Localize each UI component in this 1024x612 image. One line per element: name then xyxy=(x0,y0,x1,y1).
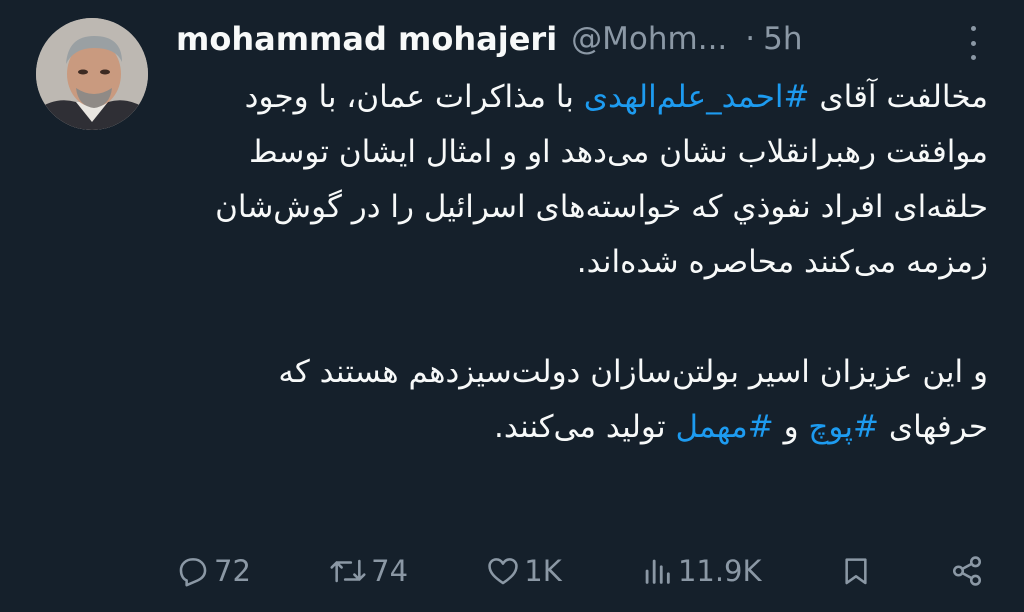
reply-count: 72 xyxy=(214,554,251,588)
tweet-text-segment: مخالفت آقای xyxy=(809,79,988,115)
bookmark-button[interactable] xyxy=(840,554,872,588)
views-count: 11.9K xyxy=(677,554,762,588)
views-icon xyxy=(645,559,670,584)
avatar[interactable] xyxy=(36,18,148,130)
retweet-count: 74 xyxy=(371,554,409,588)
tweet-text-segment: و xyxy=(773,409,809,445)
more-icon[interactable] xyxy=(966,26,980,60)
like-count: 1K xyxy=(524,554,562,588)
hashtag-link[interactable]: #احمد_علم‌الهدی xyxy=(584,79,810,115)
avatar-image xyxy=(36,18,148,130)
like-button[interactable]: 1K xyxy=(486,554,562,588)
author-name[interactable]: mohammad mohajeri xyxy=(176,20,557,58)
tweet-header: mohammad mohajeri @Mohm... · 5h xyxy=(176,14,984,64)
share-button[interactable] xyxy=(950,554,984,588)
reply-button[interactable]: 72 xyxy=(176,554,251,588)
bookmark-icon xyxy=(845,558,867,585)
retweet-icon xyxy=(330,559,366,583)
views-button[interactable]: 11.9K xyxy=(640,554,762,588)
retweet-button[interactable]: 74 xyxy=(329,554,408,588)
hashtag-link[interactable]: #پوچ xyxy=(808,409,879,445)
separator-dot: · xyxy=(745,21,756,57)
tweet-text-segment: تولید می‌کنند. xyxy=(493,409,676,445)
tweet-paragraph-2: و این عزیزان اسیر بولتن‌سازان دولت‌سیزده… xyxy=(176,345,988,455)
timestamp[interactable]: 5h xyxy=(763,21,802,57)
share-icon xyxy=(952,556,981,586)
hashtag-link[interactable]: #مهمل xyxy=(675,409,773,445)
reply-icon xyxy=(179,558,207,587)
author-handle[interactable]: @Mohm... xyxy=(571,21,727,57)
tweet-paragraph-1: مخالفت آقای #احمد_علم‌الهدی با مذاکرات ع… xyxy=(176,70,988,290)
tweet-text: مخالفت آقای #احمد_علم‌الهدی با مذاکرات ع… xyxy=(176,70,988,455)
action-bar: 72 74 1K 11.9K xyxy=(176,545,984,597)
like-icon xyxy=(488,558,518,585)
